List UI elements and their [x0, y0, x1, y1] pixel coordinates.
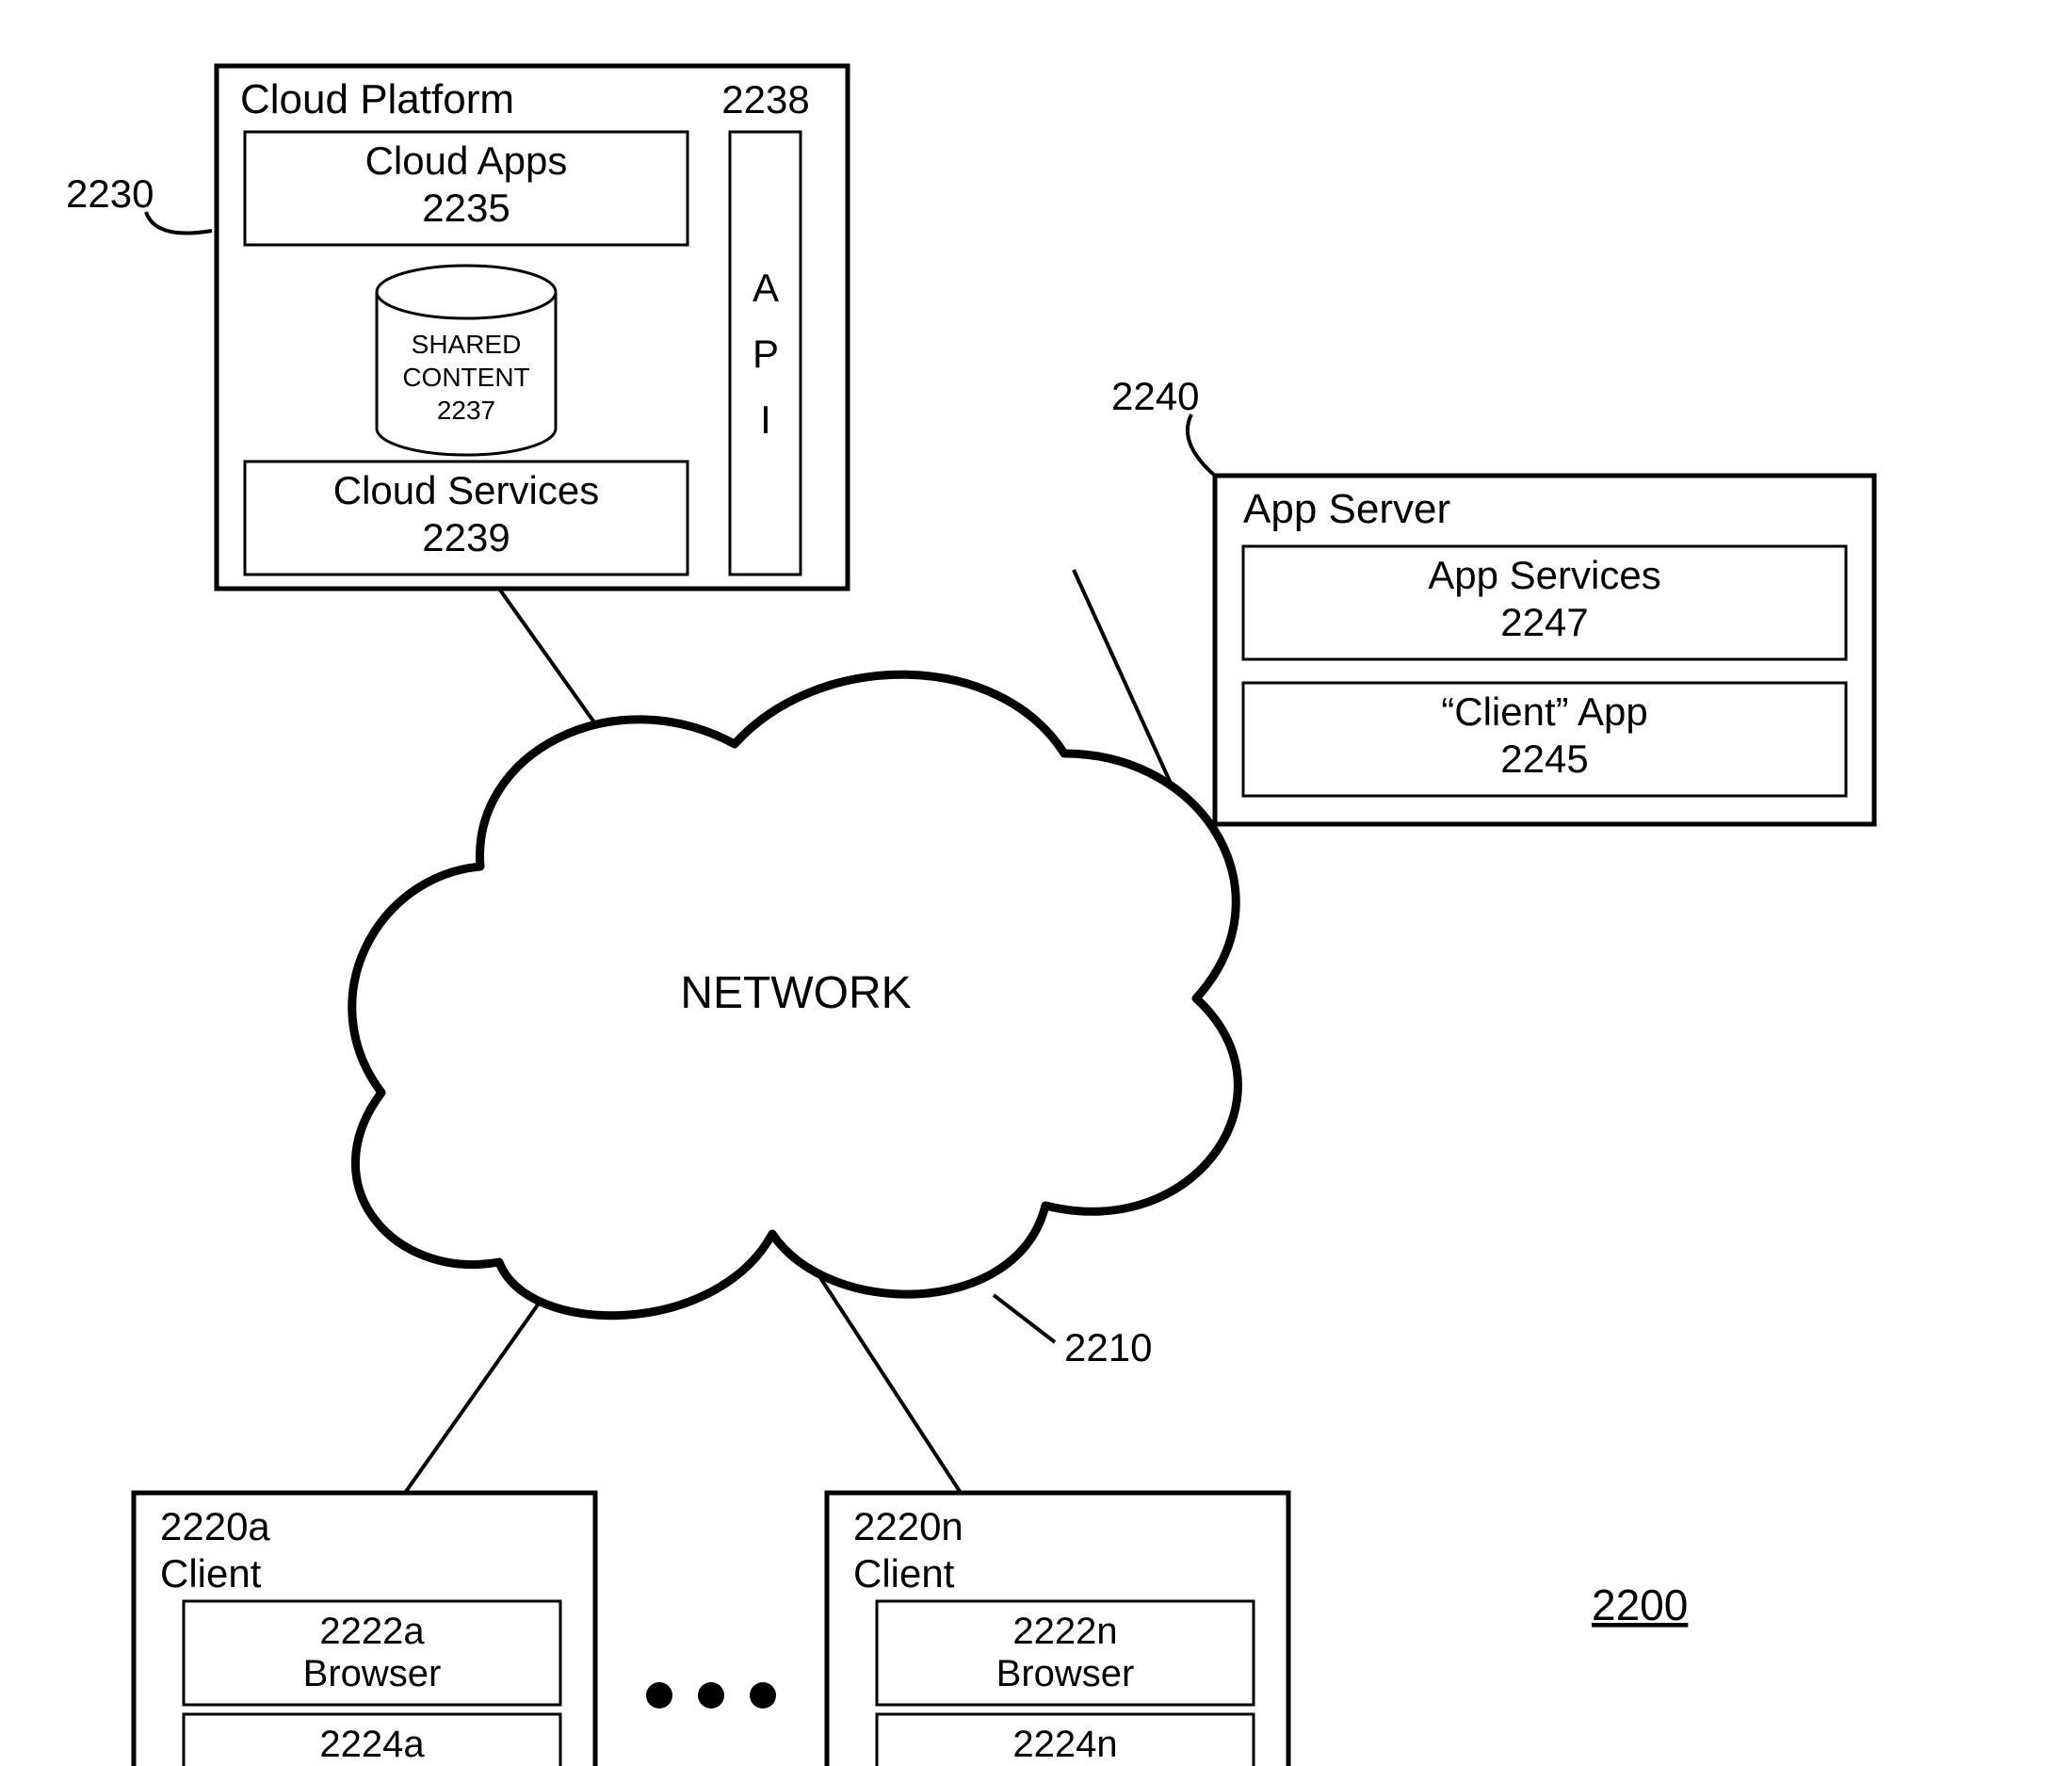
client-n-ref: 2220n	[853, 1504, 963, 1548]
shared-content-label-line2: CONTENT	[402, 363, 529, 392]
api-i: I	[760, 397, 771, 442]
ellipsis-dot	[646, 1682, 672, 1709]
leader-2230	[146, 212, 212, 234]
app-server-title: App Server	[1243, 486, 1450, 532]
client-a-title: Client	[160, 1551, 262, 1596]
api-a: A	[753, 266, 779, 310]
app-services-ref: 2247	[1500, 600, 1588, 644]
shared-content-label-line1: SHARED	[412, 330, 522, 359]
client-n-apps-ref: 2224n	[1012, 1724, 1117, 1765]
cloud-platform-title: Cloud Platform	[240, 76, 514, 122]
shared-content-cylinder: SHARED CONTENT 2237	[377, 266, 556, 455]
cloud-services-ref: 2239	[422, 515, 510, 559]
link-network-to-client-n	[819, 1276, 961, 1493]
diagram: Cloud Platform Cloud Apps 2235 SHARED CO…	[0, 0, 2072, 1766]
ellipsis-dot	[698, 1682, 724, 1709]
client-n-browser-ref: 2222n	[1012, 1611, 1117, 1652]
client-a-box: 2220a Client 2222a Browser 2224a Client …	[134, 1493, 595, 1766]
ellipsis-dot	[750, 1682, 776, 1709]
api-ref: 2238	[721, 77, 809, 122]
ref-2210: 2210	[1064, 1325, 1152, 1369]
app-server-box: App Server App Services 2247 “Client” Ap…	[1215, 476, 1874, 824]
ref-2230: 2230	[66, 171, 154, 216]
app-services-label: App Services	[1428, 553, 1660, 597]
client-n-title: Client	[853, 1551, 955, 1596]
cloud-apps-ref: 2235	[422, 186, 510, 230]
client-app-label: “Client” App	[1441, 689, 1647, 734]
network-cloud: NETWORK	[352, 674, 1238, 1315]
shared-content-ref: 2237	[437, 396, 495, 425]
leader-2210	[994, 1295, 1055, 1342]
client-a-ref: 2220a	[160, 1504, 270, 1548]
api-p: P	[753, 332, 779, 376]
client-n-browser-label: Browser	[996, 1653, 1135, 1694]
client-a-browser-ref: 2222a	[319, 1611, 425, 1652]
client-n-box: 2220n Client 2222n Browser 2224n Client …	[827, 1493, 1288, 1766]
cloud-apps-label: Cloud Apps	[365, 138, 568, 183]
client-a-browser-label: Browser	[303, 1653, 442, 1694]
client-app-ref: 2245	[1500, 737, 1588, 781]
client-a-apps-ref: 2224a	[319, 1724, 425, 1765]
network-label: NETWORK	[680, 968, 911, 1018]
ref-2240: 2240	[1111, 374, 1199, 418]
figure-ref: 2200	[1592, 1580, 1688, 1629]
cloud-services-label: Cloud Services	[333, 468, 599, 512]
leader-2240	[1188, 414, 1215, 476]
cloud-platform-box: Cloud Platform Cloud Apps 2235 SHARED CO…	[217, 66, 848, 589]
